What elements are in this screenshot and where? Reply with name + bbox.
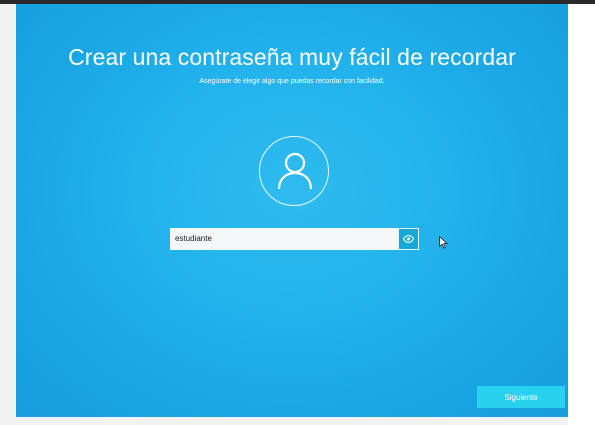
setup-screen: Crear una contraseña muy fácil de record… (16, 4, 568, 417)
next-button[interactable]: Siguiente (477, 386, 565, 408)
mouse-pointer-icon (439, 234, 449, 253)
user-silhouette-icon (277, 152, 313, 190)
screen-right-margin (568, 4, 595, 425)
page-subtitle: Asegúrate de elegir algo que puedas reco… (199, 78, 385, 85)
password-field-group (170, 228, 419, 250)
page: Crear una contraseña muy fácil de record… (0, 0, 595, 425)
password-input[interactable] (170, 228, 398, 250)
page-title: Crear una contraseña muy fácil de record… (68, 44, 516, 70)
user-avatar (259, 136, 329, 206)
eye-icon (403, 235, 414, 243)
reveal-password-button[interactable] (398, 228, 419, 250)
